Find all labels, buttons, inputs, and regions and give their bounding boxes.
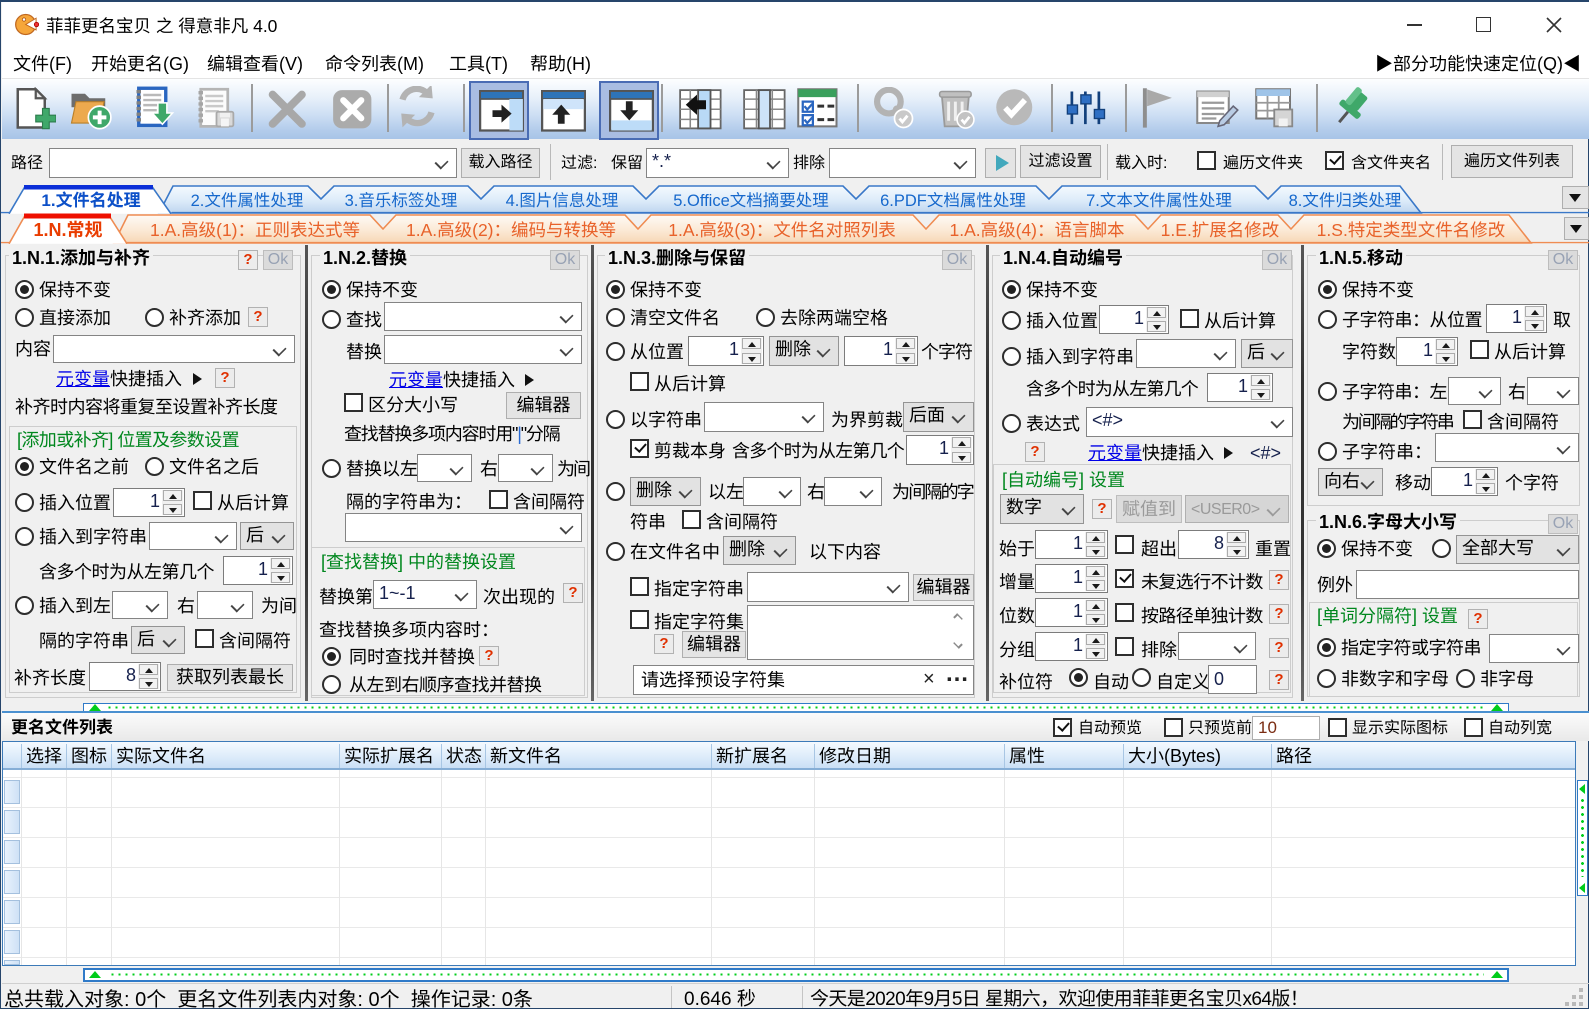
- svg-text:1.A.高级(3)：文件名对照列表: 1.A.高级(3)：文件名对照列表: [668, 220, 896, 240]
- svg-text:1.A.高级(2)：编码与转换等: 1.A.高级(2)：编码与转换等: [406, 220, 616, 240]
- svg-text:1.S.特定类型文件名修改: 1.S.特定类型文件名修改: [1317, 220, 1506, 240]
- svg-text:7.文本文件属性处理: 7.文本文件属性处理: [1086, 192, 1232, 210]
- svg-text:1.文件名处理: 1.文件名处理: [41, 191, 140, 210]
- svg-text:5.Office文档摘要处理: 5.Office文档摘要处理: [673, 192, 829, 210]
- svg-text:8.文件归类处理: 8.文件归类处理: [1289, 192, 1402, 210]
- svg-text:6.PDF文档属性处理: 6.PDF文档属性处理: [880, 192, 1026, 210]
- svg-text:4.图片信息处理: 4.图片信息处理: [506, 191, 619, 210]
- svg-text:1.A.高级(1)：正则表达式等: 1.A.高级(1)：正则表达式等: [150, 220, 360, 240]
- svg-text:1.N.常规: 1.N.常规: [33, 220, 102, 240]
- svg-text:1.E.扩展名修改: 1.E.扩展名修改: [1161, 220, 1280, 240]
- svg-text:2.文件属性处理: 2.文件属性处理: [191, 192, 304, 210]
- svg-text:1.A.高级(4)：语言脚本: 1.A.高级(4)：语言脚本: [949, 220, 1124, 240]
- svg-text:3.音乐标签处理: 3.音乐标签处理: [345, 192, 458, 210]
